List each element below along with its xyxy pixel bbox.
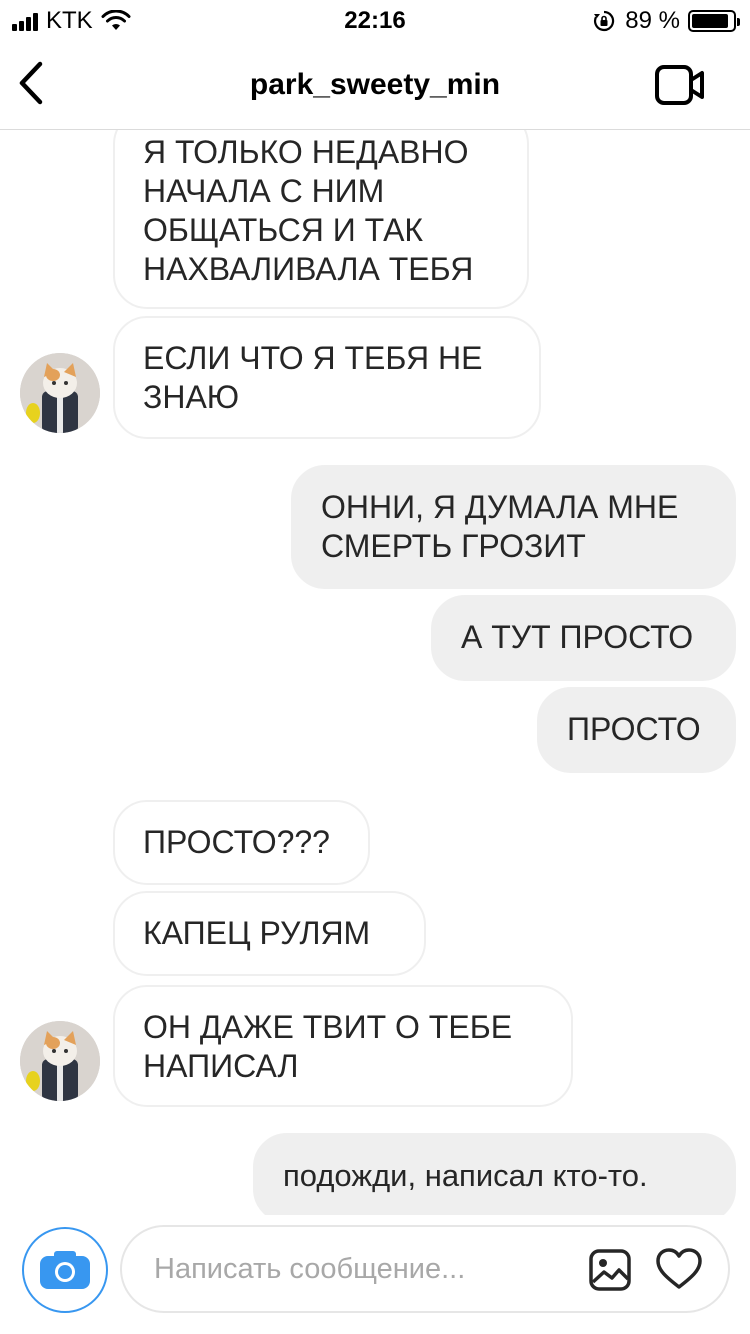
- battery-icon: [688, 10, 740, 32]
- outgoing-message[interactable]: подожди, написал кто-то.: [253, 1133, 736, 1215]
- gallery-icon[interactable]: [588, 1248, 632, 1292]
- message-input[interactable]: [154, 1249, 574, 1289]
- heart-icon[interactable]: [656, 1248, 702, 1290]
- incoming-message[interactable]: ПРОСТО???: [113, 800, 370, 885]
- incoming-message[interactable]: ЕСЛИ ЧТО Я ТЕБЯ НЕ ЗНАЮ: [113, 316, 541, 439]
- outgoing-message[interactable]: А ТУТ ПРОСТО: [431, 595, 736, 681]
- video-camera-icon[interactable]: [654, 64, 706, 106]
- orientation-lock-icon: [594, 10, 615, 32]
- incoming-message[interactable]: ОН ДАЖЕ ТВИТ О ТЕБЕ НАПИСАЛ: [113, 985, 573, 1107]
- contact-avatar[interactable]: [20, 353, 100, 433]
- outgoing-message[interactable]: ПРОСТО: [537, 687, 736, 773]
- status-right: 89 %: [593, 7, 740, 35]
- battery-level: [692, 14, 728, 28]
- incoming-message[interactable]: КАПЕЦ РУЛЯМ: [113, 891, 426, 976]
- chat-header: park_sweety_min: [0, 40, 750, 130]
- camera-icon: [40, 1251, 90, 1289]
- camera-button-inner: [34, 1239, 96, 1301]
- status-bar: KTK 22:16 89 %: [0, 0, 750, 40]
- message-thread[interactable]: Я ТОЛЬКО НЕДАВНО НАЧАЛА С НИМ ОБЩАТЬСЯ И…: [0, 0, 750, 1215]
- message-composer: [0, 1215, 750, 1334]
- outgoing-message[interactable]: ОННИ, Я ДУМАЛА МНЕ СМЕРТЬ ГРОЗИТ: [291, 465, 736, 589]
- conversation-title[interactable]: park_sweety_min: [0, 68, 750, 102]
- message-input-box: [120, 1225, 730, 1313]
- incoming-message[interactable]: Я ТОЛЬКО НЕДАВНО НАЧАЛА С НИМ ОБЩАТЬСЯ И…: [113, 110, 529, 309]
- camera-button[interactable]: [22, 1227, 108, 1313]
- battery-percent: 89 %: [625, 7, 680, 34]
- contact-avatar[interactable]: [20, 1021, 100, 1101]
